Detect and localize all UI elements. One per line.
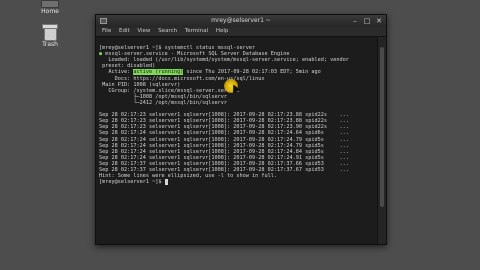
prompt-line[interactable]: [mrey@selserver1 ~]$ [99,179,374,186]
terminal-window[interactable]: mrey@selserver1 ~ – □ ✕ File Edit View S… [95,14,387,245]
text-cursor [164,179,168,186]
home-folder-icon[interactable]: Home [30,0,70,16]
active-prefix: Active: [99,69,134,76]
maximize-icon[interactable]: □ [362,15,372,27]
scrollbar-thumb[interactable] [380,47,384,207]
log-line: Sep 28 02:17:24 selserver1 sqlservr[1008… [99,154,349,161]
trash-icon [42,24,58,41]
log-line: Sep 28 02:17:24 selserver1 sqlservr[1008… [99,130,349,137]
menu-help[interactable]: Help [216,28,229,34]
menu-view[interactable]: View [137,28,150,34]
menu-edit[interactable]: Edit [119,28,130,34]
terminal-scrollbar[interactable] [377,37,386,244]
active-suffix: since Thu 2017-09-28 02:17:03 EDT; 5min … [183,69,321,76]
window-titlebar[interactable]: mrey@selserver1 ~ – □ ✕ [96,15,386,27]
terminal-output[interactable]: [mrey@selserver1 ~]$ systemctl status ms… [96,37,377,244]
log-line: Sep 28 02:17:24 selserver1 sqlservr[1008… [99,136,349,143]
window-title: mrey@selserver1 ~ [211,17,271,24]
terminal-icon [100,18,107,24]
trash-desktop-icon[interactable]: Trash [30,24,70,49]
menu-search[interactable]: Search [158,28,177,34]
active-state: active (running) [133,69,184,76]
home-label: Home [41,8,59,15]
minimize-icon[interactable]: – [350,15,360,27]
menu-file[interactable]: File [102,28,111,34]
folder-icon [41,0,59,8]
log-line: Sep 28 02:17:24 selserver1 sqlservr[1008… [99,142,349,149]
menu-terminal[interactable]: Terminal [185,28,208,34]
menu-bar: File Edit View Search Terminal Help [96,27,386,37]
log-line: Sep 28 02:17:24 selserver1 sqlservr[1008… [99,148,349,155]
shell-prompt: [mrey@selserver1 ~]$ [99,179,165,186]
close-icon[interactable]: ✕ [374,15,384,27]
service-name: mssql-server.service - Microsoft SQL Ser… [105,51,290,58]
trash-label: Trash [42,41,58,48]
